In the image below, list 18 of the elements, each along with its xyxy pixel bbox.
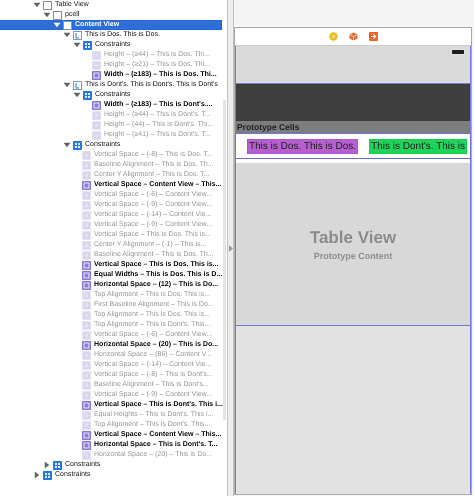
- label-icon: [73, 30, 82, 40]
- table-subtitle: Prototype Content: [314, 250, 392, 260]
- cell-label: This is Dos. This is Dos.: [247, 138, 358, 154]
- constraints-icon: [53, 460, 62, 470]
- constraints-icon: [43, 470, 52, 480]
- battery-icon: [452, 50, 464, 54]
- table-title: Table View: [310, 228, 396, 248]
- prototype-cell[interactable]: This is Dos. This is Dos. This is Dont's. This is: [236, 133, 470, 159]
- constraints-icon: [73, 140, 82, 150]
- constraints-icon: [83, 90, 92, 100]
- section-header: Prototype Cells: [236, 121, 470, 133]
- scrollbar[interactable]: [223, 100, 226, 420]
- cell-label: This is Dont's. This is: [369, 138, 468, 154]
- exit-icon[interactable]: [368, 32, 378, 41]
- label-icon: [73, 80, 82, 90]
- disclosure-triangle-icon[interactable]: [63, 141, 71, 149]
- cube-icon[interactable]: [348, 32, 358, 41]
- constraints-icon: [83, 40, 92, 50]
